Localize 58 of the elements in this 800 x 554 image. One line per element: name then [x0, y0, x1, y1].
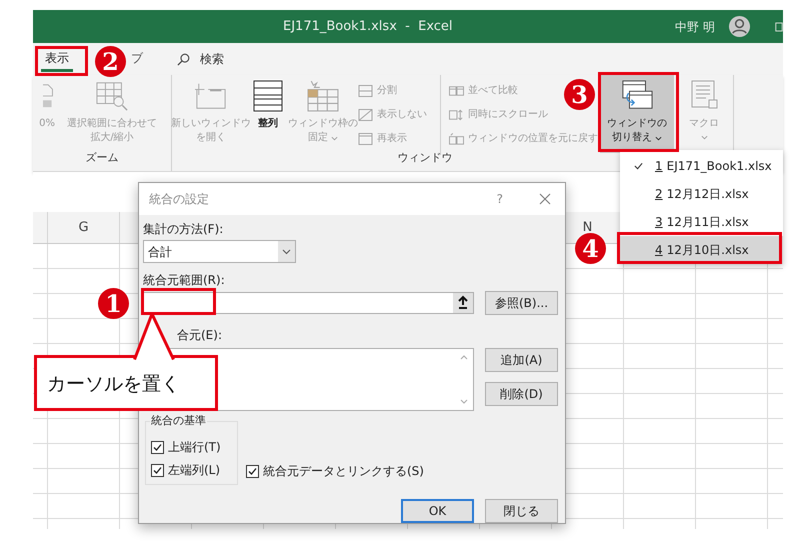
- search-label[interactable]: 検索: [200, 50, 224, 68]
- help-button[interactable]: ?: [496, 190, 503, 208]
- caret-icon[interactable]: [278, 241, 295, 262]
- ribbon-tab[interactable]: ブ: [127, 46, 147, 72]
- button-label: ウィンドウの: [607, 117, 667, 131]
- zoom-grid-icon: [96, 80, 128, 112]
- browse-button[interactable]: 参照(B)...: [485, 291, 558, 315]
- ribbon-display-icon[interactable]: [775, 21, 783, 33]
- button-label: 0%: [39, 117, 55, 131]
- field-label: 統合元範囲(R):: [143, 272, 225, 288]
- button-label: 切り替え: [612, 131, 652, 145]
- ok-button[interactable]: OK: [401, 499, 474, 523]
- dialog-title: 統合の設定: [149, 191, 210, 208]
- close-icon[interactable]: [539, 193, 551, 205]
- menu-item[interactable]: 1 EJ171_Book1.xlsx: [620, 152, 783, 180]
- checkbox[interactable]: [246, 464, 259, 478]
- button-label: ウィンドウ枠の: [288, 117, 358, 131]
- scroll-icon: [449, 108, 464, 120]
- button-label: 拡大/縮小: [90, 131, 134, 145]
- button-label: 整列: [258, 117, 278, 131]
- button-label: 固定: [308, 131, 328, 145]
- hide-icon: [358, 108, 373, 120]
- search-icon[interactable]: [177, 52, 190, 66]
- checkbox-label: 統合元データとリンクする(S): [263, 463, 424, 480]
- menu-item[interactable]: 3 12月11日.xlsx: [620, 208, 783, 236]
- button-label: マクロ: [689, 117, 719, 131]
- unhide-icon: [358, 132, 373, 144]
- reset-position-icon: [449, 132, 464, 144]
- close-button[interactable]: 閉じる: [485, 499, 558, 523]
- split-icon: [358, 84, 373, 96]
- callout-pointer: [133, 312, 175, 360]
- field-label: 集計の方法(F):: [143, 221, 224, 237]
- arrange-icon: [252, 80, 284, 112]
- menu-item[interactable]: 2 12月12日.xlsx: [620, 180, 783, 208]
- group-label: ウィンドウ: [398, 150, 452, 166]
- side-by-side-icon: [449, 84, 464, 96]
- collapse-icon[interactable]: [453, 293, 473, 313]
- callout-text: カーソルを置く: [47, 372, 180, 397]
- dropdown-field[interactable]: 合計: [143, 240, 296, 263]
- button-label: 選択範囲に合わせて: [67, 117, 157, 131]
- ribbon-tab[interactable]: 表示: [41, 46, 73, 72]
- user-name: 中野 明: [675, 18, 715, 36]
- button-label: を開く: [196, 131, 226, 145]
- ribbon-button[interactable]: ウィンドウの 切り替え: [600, 75, 674, 153]
- button-label: 新しいウィンドウ: [171, 117, 251, 131]
- avatar-icon[interactable]: [728, 15, 751, 38]
- field-label: 合元(E):: [177, 327, 222, 343]
- checkbox-label: 左端列(L): [168, 462, 220, 479]
- checkbox[interactable]: [151, 440, 164, 454]
- delete-button[interactable]: 削除(D): [485, 382, 558, 406]
- window-title: EJ171_Book1.xlsx - Excel: [283, 18, 453, 36]
- checkbox[interactable]: [151, 464, 164, 476]
- freeze-grid-icon: [307, 80, 339, 112]
- ribbon-button[interactable]: 整列: [248, 75, 288, 153]
- checkbox-label: 上端行(T): [168, 439, 221, 456]
- column-header[interactable]: G: [78, 218, 89, 238]
- add-button[interactable]: 追加(A): [485, 348, 558, 372]
- highlight-box: [35, 46, 88, 76]
